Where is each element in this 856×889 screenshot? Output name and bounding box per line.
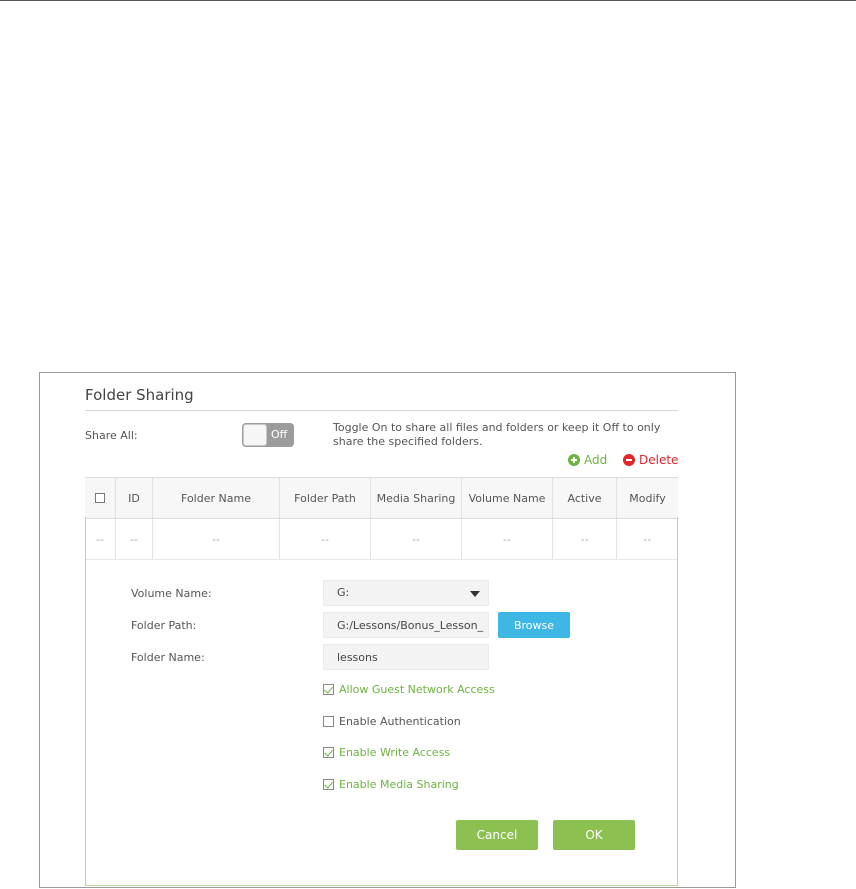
- header-folder-path: Folder Path: [280, 478, 371, 518]
- folder-path-label: Folder Path:: [131, 619, 197, 632]
- enable-media-sharing-option[interactable]: Enable Media Sharing: [323, 778, 459, 791]
- page-top-rule: [0, 0, 856, 1]
- title-divider: [85, 410, 678, 411]
- add-label: Add: [584, 453, 608, 467]
- header-id: ID: [116, 478, 153, 518]
- delete-button[interactable]: Delete: [623, 453, 678, 467]
- folder-sharing-screenshot-frame: Folder Sharing Share All: Off Toggle On …: [39, 372, 736, 888]
- ok-button[interactable]: OK: [553, 820, 635, 850]
- enable-write-access-checkbox[interactable]: [323, 747, 334, 758]
- browse-button[interactable]: Browse: [498, 612, 570, 638]
- volume-name-label: Volume Name:: [131, 587, 212, 600]
- folder-name-label: Folder Name:: [131, 651, 205, 664]
- header-active: Active: [553, 478, 617, 518]
- chevron-down-icon: [470, 591, 480, 597]
- section-title: Folder Sharing: [85, 386, 194, 404]
- minus-circle-icon: [623, 454, 635, 466]
- share-all-hint: Toggle On to share all files and folders…: [333, 421, 661, 448]
- header-volume-name: Volume Name: [462, 478, 553, 518]
- folder-path-input[interactable]: G:/Lessons/Bonus_Lesson_: [323, 612, 489, 638]
- volume-name-select[interactable]: G:: [323, 580, 489, 606]
- edit-folder-panel: Volume Name: G: Folder Path: G:/Lessons/…: [85, 517, 678, 886]
- plus-circle-icon: [568, 454, 580, 466]
- cancel-button[interactable]: Cancel: [456, 820, 538, 850]
- allow-guest-network-checkbox[interactable]: [323, 684, 334, 695]
- allow-guest-network-option[interactable]: Allow Guest Network Access: [323, 683, 495, 696]
- header-folder-name: Folder Name: [153, 478, 280, 518]
- enable-write-access-option[interactable]: Enable Write Access: [323, 746, 450, 759]
- header-modify: Modify: [629, 491, 666, 505]
- allow-guest-network-label: Allow Guest Network Access: [339, 683, 495, 696]
- enable-authentication-label: Enable Authentication: [339, 715, 461, 728]
- volume-name-value: G:: [337, 586, 350, 599]
- enable-authentication-checkbox[interactable]: [323, 716, 334, 727]
- enable-media-sharing-checkbox[interactable]: [323, 779, 334, 790]
- table-header: ID Folder Name Folder Path Media Sharing…: [85, 477, 678, 519]
- toggle-state-text: Off: [271, 428, 288, 441]
- header-select-all: [85, 478, 116, 518]
- delete-label: Delete: [639, 453, 679, 467]
- add-button[interactable]: Add: [568, 453, 607, 467]
- share-all-label: Share All:: [85, 429, 138, 442]
- enable-authentication-option[interactable]: Enable Authentication: [323, 715, 461, 728]
- enable-write-access-label: Enable Write Access: [339, 746, 451, 759]
- share-all-toggle[interactable]: Off: [242, 423, 294, 447]
- folder-name-input[interactable]: lessons: [323, 644, 489, 670]
- header-media-sharing: Media Sharing: [371, 478, 462, 518]
- select-all-checkbox[interactable]: [95, 493, 105, 503]
- toggle-knob: [243, 424, 267, 446]
- enable-media-sharing-label: Enable Media Sharing: [339, 778, 459, 791]
